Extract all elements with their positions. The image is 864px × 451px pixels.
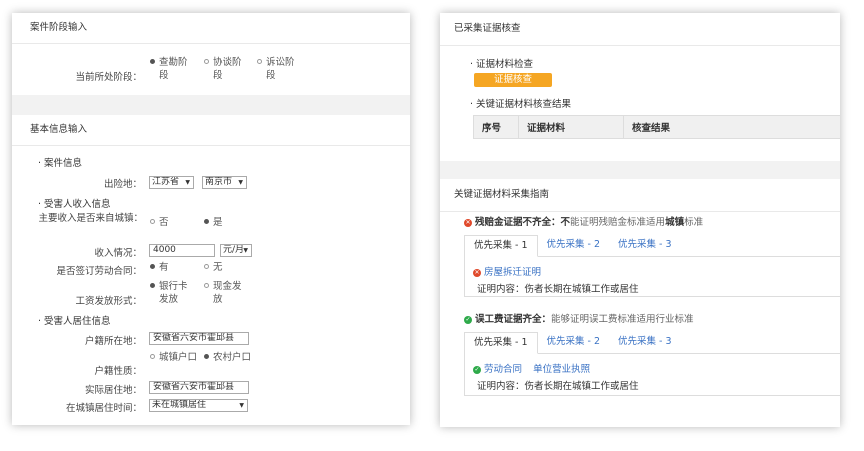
income-info-heading: · 受害人收入信息 xyxy=(38,199,111,210)
priority-tabs-1: 优先采集 - 1 优先采集 - 2 优先采集 - 3 xyxy=(464,235,840,257)
tab-priority-1[interactable]: 优先采集 - 1 xyxy=(464,235,538,257)
wage-form-label: 工资发放形式： xyxy=(75,296,142,307)
radio-dot xyxy=(150,354,155,359)
urban-income-label: 主要收入是否来自城镇： xyxy=(38,213,143,224)
column-header-material: 证据材料 xyxy=(518,115,624,139)
check-result-heading: · 关键证据材料核查结果 xyxy=(470,99,572,110)
income-unit-select[interactable]: 元/月 ▼ xyxy=(220,244,252,257)
check-icon: ✓ xyxy=(473,365,481,374)
evidence-check-button[interactable]: 证据核查 xyxy=(474,73,552,87)
actual-residence-label: 实际居住地： xyxy=(84,385,142,396)
tab-priority-2[interactable]: 优先采集 - 2 xyxy=(538,235,610,255)
evidence-item[interactable]: ✕ 房屋拆迁证明 xyxy=(473,264,541,278)
check-result-table: 序号 证据材料 核查结果 xyxy=(473,115,840,139)
residence-info-heading: · 受害人居住信息 xyxy=(38,316,111,327)
accident-location-label: 出险地： xyxy=(103,179,142,190)
section-divider xyxy=(440,161,840,179)
labor-contract-label: 是否签订劳动合同： xyxy=(56,266,142,277)
radio-dot xyxy=(257,59,262,64)
wage-cash-radio[interactable]: 现金发放 xyxy=(204,280,243,306)
hukou-rural-radio[interactable]: 农村户口 xyxy=(204,351,253,364)
urban-income-yes-radio[interactable]: 是 xyxy=(204,216,243,229)
tab-priority-3[interactable]: 优先采集 - 3 xyxy=(609,235,681,255)
basic-section-title: 基本信息输入 xyxy=(12,115,410,146)
evidence-item[interactable]: ✓ 劳动合同 单位营业执照 xyxy=(473,361,590,375)
actual-residence-input[interactable]: 安徽省六安市霍邱县 xyxy=(149,381,249,394)
urban-income-no-radio[interactable]: 否 xyxy=(150,216,189,229)
chevron-down-icon: ▼ xyxy=(238,179,243,186)
section-divider xyxy=(12,95,410,115)
stage-radio-negotiate[interactable]: 协谈阶段 xyxy=(204,56,243,82)
hukou-location-label: 户籍所在地： xyxy=(84,336,142,347)
wage-bank-radio[interactable]: 银行卡发放 xyxy=(150,280,189,306)
priority-content-box-1: ✕ 房屋拆迁证明 证明内容：伤者长期在城镇工作或居住 xyxy=(464,256,840,297)
radio-dot xyxy=(150,59,155,64)
radio-dot xyxy=(150,264,155,269)
evidence-item-license[interactable]: 单位营业执照 xyxy=(533,364,590,375)
radio-dot xyxy=(150,219,155,224)
province-select[interactable]: 江苏省 ▼ xyxy=(149,176,194,189)
stage-section-title: 案件阶段输入 xyxy=(12,13,410,44)
chevron-down-icon: ▼ xyxy=(185,179,190,186)
guide-section-title: 关键证据材料采集指南 xyxy=(440,179,840,212)
proof-content: 证明内容：伤者长期在城镇工作或居住 xyxy=(477,284,639,295)
case-input-panel: 案件阶段输入 当前所处阶段： 查勘阶段 协谈阶段 诉讼阶段 基本信息输入 · 案… xyxy=(12,13,410,425)
income-input[interactable]: 4000 xyxy=(149,244,215,257)
tab-priority-2[interactable]: 优先采集 - 2 xyxy=(538,332,610,352)
case-info-heading: · 案件信息 xyxy=(38,158,83,169)
radio-dot xyxy=(204,59,209,64)
contract-yes-radio[interactable]: 有 xyxy=(150,261,189,274)
hukou-type-label: 户籍性质： xyxy=(94,366,142,377)
tab-priority-3[interactable]: 优先采集 - 3 xyxy=(609,332,681,352)
priority-tabs-2: 优先采集 - 1 优先采集 - 2 优先采集 - 3 xyxy=(464,332,840,354)
check-icon: ✓ xyxy=(464,315,472,324)
collected-section-title: 已采集证据核查 xyxy=(440,13,840,46)
radio-dot xyxy=(204,354,209,359)
stage-label: 当前所处阶段： xyxy=(75,72,142,83)
tab-priority-1[interactable]: 优先采集 - 1 xyxy=(464,332,538,354)
disability-evidence-status: ✕ 残赔金证据不齐全：不能证明残赔金标准适用城镇标准 xyxy=(464,217,704,228)
table-header-row: 序号 证据材料 核查结果 xyxy=(473,115,840,139)
stage-radio-litigation[interactable]: 诉讼阶段 xyxy=(257,56,296,82)
radio-dot xyxy=(150,283,155,288)
column-header-index: 序号 xyxy=(473,115,519,139)
city-select[interactable]: 南京市 ▼ xyxy=(202,176,247,189)
radio-dot xyxy=(204,283,209,288)
column-header-result: 核查结果 xyxy=(623,115,840,139)
proof-content: 证明内容：伤者长期在城镇工作或居住 xyxy=(477,381,639,392)
radio-dot xyxy=(204,264,209,269)
radio-dot xyxy=(204,219,209,224)
stage-radio-survey[interactable]: 查勘阶段 xyxy=(150,56,189,82)
error-icon: ✕ xyxy=(473,268,481,277)
hukou-location-input[interactable]: 安徽省六安市霍邱县 xyxy=(149,332,249,345)
income-label: 收入情况： xyxy=(94,248,142,259)
hukou-urban-radio[interactable]: 城镇户口 xyxy=(150,351,199,364)
chevron-down-icon: ▼ xyxy=(243,247,248,254)
evidence-check-heading: · 证据材料检查 xyxy=(470,59,534,70)
urban-residence-time-label: 在城镇居住时间： xyxy=(65,403,142,414)
contract-no-radio[interactable]: 无 xyxy=(204,261,243,274)
error-icon: ✕ xyxy=(464,218,472,227)
evidence-panel: 已采集证据核查 · 证据材料检查 证据核查 · 关键证据材料核查结果 序号 证据… xyxy=(440,13,840,427)
lost-wage-evidence-status: ✓ 误工费证据齐全：能够证明误工费标准适用行业标准 xyxy=(464,314,694,325)
urban-residence-time-select[interactable]: 未在城镇居住 ▼ xyxy=(149,399,248,412)
chevron-down-icon: ▼ xyxy=(239,402,244,409)
priority-content-box-2: ✓ 劳动合同 单位营业执照 证明内容：伤者长期在城镇工作或居住 xyxy=(464,353,840,396)
